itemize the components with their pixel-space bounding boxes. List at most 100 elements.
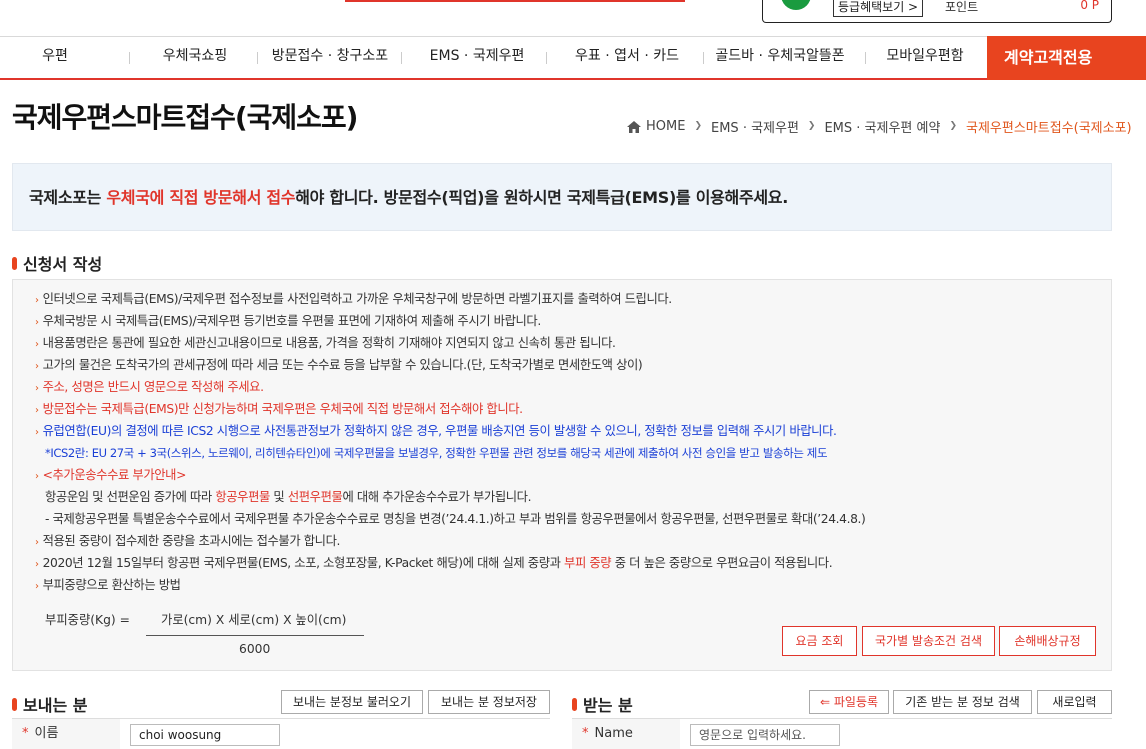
breadcrumb: HOME ❯ EMS · 국제우편 ❯ EMS · 국제우편 예약 ❯ 국제우편… [627, 117, 1132, 136]
text-part: 에 대해 추가운송수수료가 부가됩니다. [342, 490, 532, 504]
chevron-right-icon: ❯ [949, 121, 957, 131]
receiver-name-row: * Name [572, 718, 1112, 749]
formula-fraction-line [146, 635, 364, 636]
section-title-text: 보내는 분 [23, 696, 88, 715]
list-item: › 우체국방문 시 국제특급(EMS)/국제우편 등기번호를 우편물 표면에 기재… [35, 310, 1095, 332]
list-item-text: 부피중량으로 환산하는 방법 [42, 578, 181, 592]
notice-highlight: 우체국에 직접 방문해서 접수 [106, 188, 296, 207]
list-item-text: <추가운송수수료 부가안내> [42, 468, 187, 482]
nav-item-ems[interactable]: EMS · 국제우편 [425, 37, 529, 78]
nav-separator [129, 52, 130, 64]
section-title-application: 신청서 작성 [12, 251, 102, 275]
section-title-text: 받는 분 [583, 696, 633, 715]
nav-item-mobile[interactable]: 모바일우편함 [880, 37, 970, 78]
member-grade-box: 등급혜택보기 > 포인트 0 P [762, 0, 1112, 23]
compensation-rules-button[interactable]: 손해배상규정 [999, 626, 1096, 656]
rate-lookup-button[interactable]: 요금 조회 [782, 626, 857, 656]
list-item-text: 적용된 중량이 접수제한 중량을 초과시에는 접수불가 합니다. [42, 534, 341, 548]
point-value: 0 P [1080, 0, 1099, 12]
breadcrumb-current: 국제우편스마트접수(국제소포) [966, 120, 1132, 136]
text-part: 및 [269, 490, 288, 504]
main-navigation: 우편 우체국쇼핑 방문접수 · 창구소포 EMS · 국제우편 우표 · 엽서 … [0, 36, 1146, 80]
list-item: › 주소, 성명은 반드시 영문으로 작성해 주세요. [35, 376, 1095, 398]
section-bullet-icon [12, 697, 17, 711]
bullet-arrow-icon: › [35, 537, 39, 548]
list-item: › <추가운송수수료 부가안내> [35, 464, 1095, 486]
breadcrumb-home[interactable]: HOME [646, 119, 685, 134]
list-item: › 내용품명란은 통관에 필요한 세관신고내용이므로 내용품, 가격을 정확히 기… [35, 332, 1095, 354]
nav-separator [546, 52, 547, 64]
section-bullet-icon [572, 697, 577, 711]
receiver-name-input[interactable] [690, 724, 840, 746]
nav-item-goldbar[interactable]: 골드바 · 우체국알뜰폰 [712, 37, 848, 78]
list-item-text: 고가의 물건은 도착국가의 관세규정에 따라 세금 또는 수수료 등을 납부할 … [42, 358, 643, 372]
file-upload-label: 파일등록 [833, 695, 879, 709]
notice-text-pre: 국제소포는 [29, 188, 107, 207]
required-icon: * [582, 726, 589, 741]
text-part: 중 더 높은 중량으로 우편요금이 적용됩니다. [611, 556, 833, 570]
section-title-sender: 보내는 분 [12, 692, 87, 716]
list-item-text: 우체국방문 시 국제특급(EMS)/국제우편 등기번호를 우편물 표면에 기재하… [42, 314, 542, 328]
formula-denominator: 6000 [239, 642, 271, 656]
text-highlight: 선편우편물 [287, 490, 343, 504]
bullet-arrow-icon: › [35, 405, 39, 416]
list-item: › 방문접수는 국제특급(EMS)만 신청가능하며 국제우편은 우체국에 직접 방… [35, 398, 1095, 420]
sender-save-button[interactable]: 보내는 분 정보저장 [428, 690, 550, 714]
formula-numerator: 가로(cm) X 세로(cm) X 높이(cm) [161, 613, 347, 627]
list-item-text: 유럽연합(EU)의 결정에 따른 ICS2 시행으로 사전통관정보가 정확하지 … [42, 424, 837, 438]
list-item: › 인터넷으로 국제특급(EMS)/국제우편 접수정보를 사전입력하고 가까운 우… [35, 288, 1095, 310]
breadcrumb-ems-reservation[interactable]: EMS · 국제우편 예약 [824, 117, 940, 136]
nav-item-post[interactable]: 우편 [30, 37, 80, 78]
list-item-sub: - 국제항공우편물 특별운송수수료에서 국제우편물 추가운송수수료로 명칭을 변… [45, 512, 866, 526]
receiver-search-button[interactable]: 기존 받는 분 정보 검색 [893, 690, 1032, 714]
label-text: Name [594, 726, 633, 741]
top-strip: 등급혜택보기 > 포인트 0 P [0, 0, 1146, 36]
search-bar-underline [345, 0, 685, 2]
sender-load-button[interactable]: 보내는 분정보 불러오기 [281, 690, 423, 714]
grade-benefit-button[interactable]: 등급혜택보기 > [833, 0, 924, 17]
list-item: › 2020년 12월 15일부터 항공편 국제우편물(EMS, 소포, 소형포장… [35, 552, 1095, 574]
bullet-arrow-icon: › [35, 581, 39, 592]
breadcrumb-ems[interactable]: EMS · 국제우편 [711, 117, 799, 136]
file-upload-button[interactable]: ⇐ 파일등록 [809, 690, 889, 714]
chevron-right-icon: ❯ [807, 121, 816, 131]
text-part: 2020년 12월 15일부터 항공편 국제우편물(EMS, 소포, 소형포장물… [42, 556, 565, 570]
sender-name-row: * 이름 [12, 718, 550, 749]
notice-text-post: 해야 합니다. 방문접수(픽업)을 원하시면 국제특급(EMS)를 이용해주세요… [295, 188, 789, 207]
nav-separator [401, 52, 402, 64]
bullet-arrow-icon: › [35, 339, 39, 350]
grade-icon [781, 0, 811, 10]
list-item-text: 방문접수는 국제특급(EMS)만 신청가능하며 국제우편은 우체국에 직접 방문… [42, 402, 523, 416]
bullet-arrow-icon: › [35, 317, 39, 328]
bullet-arrow-icon: › [35, 295, 39, 306]
point-label: 포인트 [945, 0, 979, 14]
info-list: › 인터넷으로 국제특급(EMS)/국제우편 접수정보를 사전입력하고 가까운 우… [35, 288, 1095, 596]
nav-separator [865, 52, 866, 64]
sender-name-input[interactable] [130, 724, 280, 746]
nav-item-contract[interactable]: 계약고객전용 [987, 36, 1146, 80]
text-highlight: 부피 중량 [564, 556, 612, 570]
notice-box: 국제소포는 우체국에 직접 방문해서 접수해야 합니다. 방문접수(픽업)을 원… [12, 163, 1112, 231]
nav-item-visit[interactable]: 방문접수 · 창구소포 [268, 37, 392, 78]
formula-label: 부피중량(Kg) = [45, 613, 130, 627]
section-title-receiver: 받는 분 [572, 692, 633, 716]
section-title-text: 신청서 작성 [23, 255, 103, 274]
page-title: 국제우편스마트접수(국제소포) [12, 101, 358, 134]
text-highlight: 항공우편물 [215, 490, 270, 504]
list-item: › 유럽연합(EU)의 결정에 따른 ICS2 시행으로 사전통관정보가 정확하지… [35, 420, 1095, 442]
required-icon: * [22, 726, 29, 741]
new-entry-button[interactable]: 새로입력 [1037, 690, 1112, 714]
home-icon [627, 121, 641, 133]
undo-arrow-icon: ⇐ [819, 695, 831, 709]
nav-item-stamp[interactable]: 우표 · 엽서 · 카드 [569, 37, 685, 78]
list-item: › 부피중량으로 환산하는 방법 [35, 574, 1095, 596]
nav-separator [257, 52, 258, 64]
bullet-arrow-icon: › [35, 427, 39, 438]
bullet-arrow-icon: › [35, 361, 39, 372]
application-info-box: › 인터넷으로 국제특급(EMS)/국제우편 접수정보를 사전입력하고 가까운 우… [12, 279, 1112, 671]
bullet-arrow-icon: › [35, 383, 39, 394]
country-condition-search-button[interactable]: 국가별 발송조건 검색 [862, 626, 995, 656]
chevron-right-icon: ❯ [694, 121, 702, 131]
list-item-note: *ICS2란: EU 27국 + 3국(스위스, 노르웨이, 리히텐슈타인)에 … [45, 446, 828, 460]
nav-item-shopping[interactable]: 우체국쇼핑 [150, 37, 240, 78]
